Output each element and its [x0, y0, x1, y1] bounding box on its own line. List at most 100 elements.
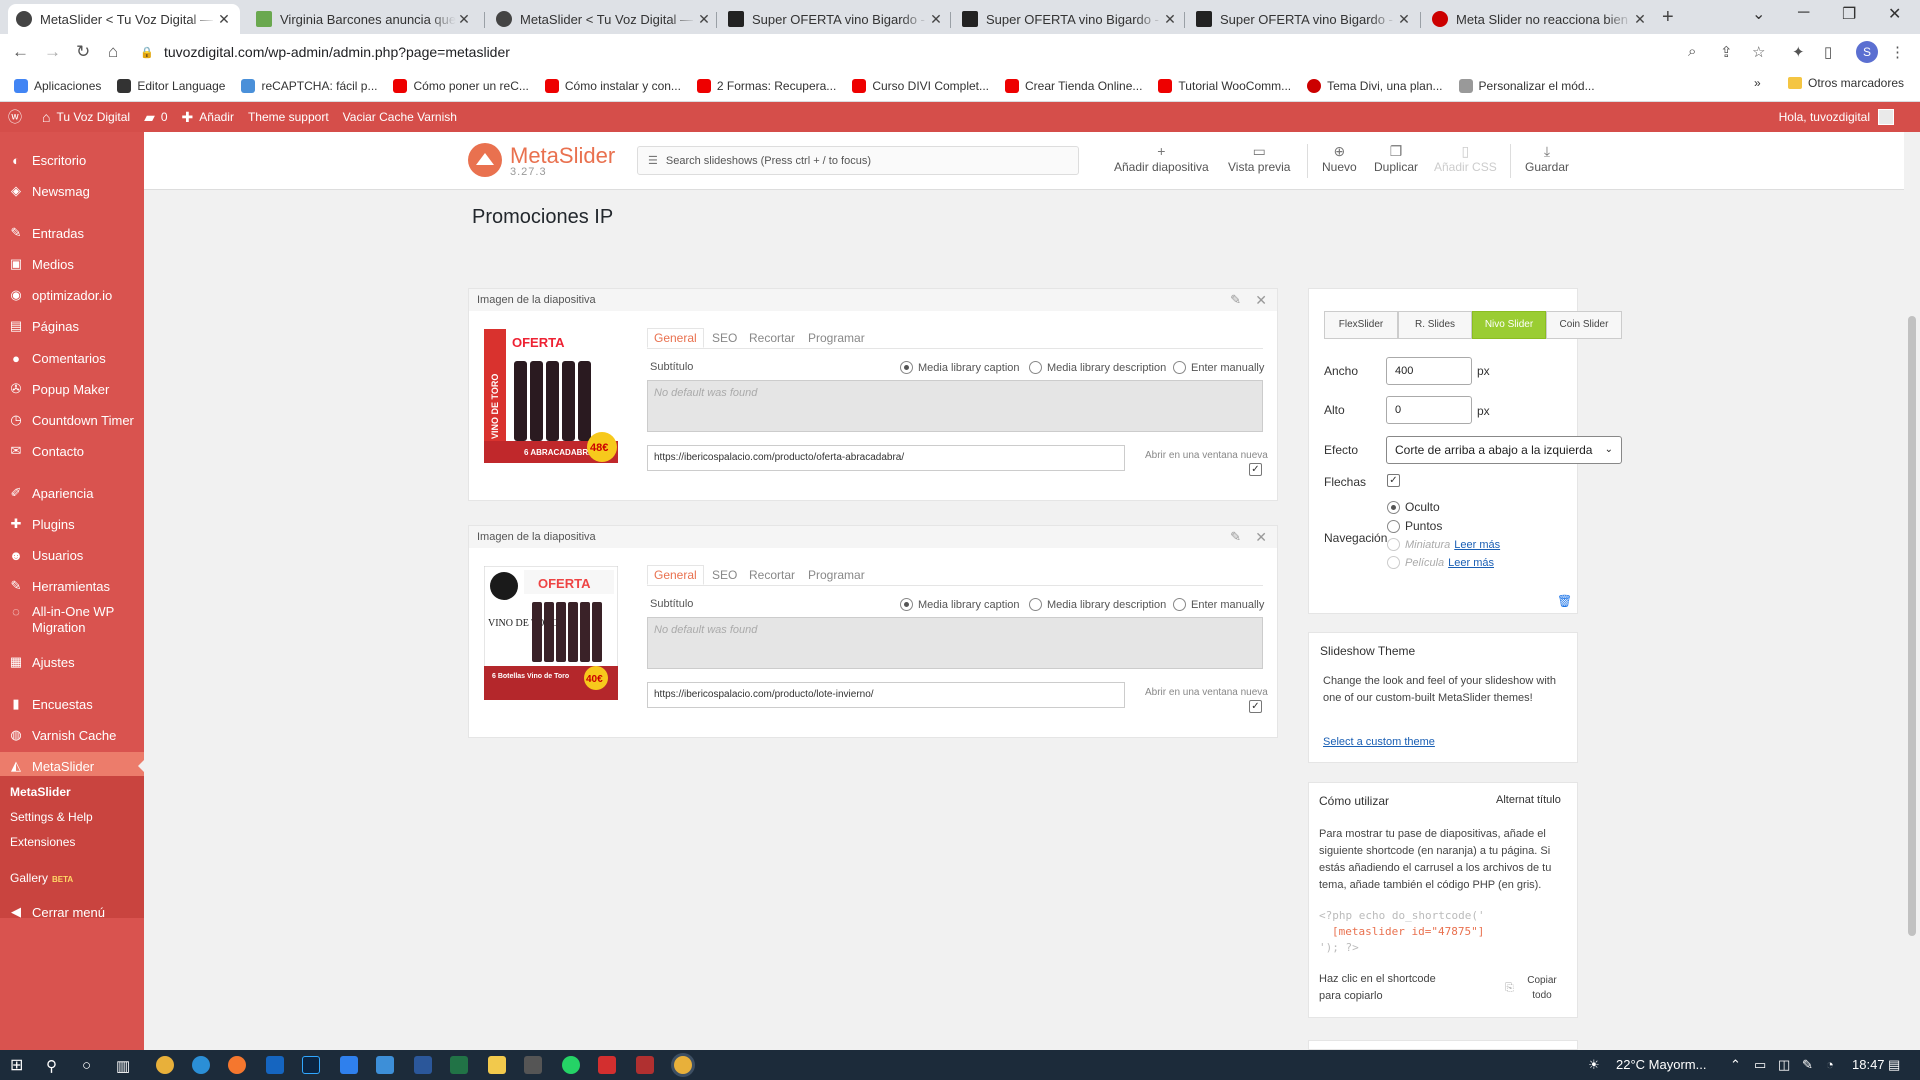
php-code-end[interactable]: '); ?> — [1319, 940, 1359, 956]
sidebar-item-countdown-timer[interactable]: ◷ Countdown Timer — [0, 406, 144, 434]
sidebar-item-encuestas[interactable]: ▮ Encuestas — [0, 690, 144, 718]
new-button[interactable]: ⊕ Nuevo — [1322, 143, 1357, 174]
close-tab-icon[interactable]: ✕ — [696, 11, 712, 28]
store-icon[interactable] — [524, 1056, 542, 1074]
close-tab-icon[interactable]: ✕ — [1632, 11, 1648, 28]
sidebar-item-herramientas[interactable]: ✎ Herramientas — [0, 572, 144, 600]
browser-tab-active[interactable]: MetaSlider < Tu Voz Digital — W ✕ — [8, 4, 240, 34]
wp-logo-icon[interactable]: ⓦ — [8, 107, 28, 127]
collapse-menu[interactable]: ◀ Cerrar menú — [0, 898, 144, 926]
weather-icon[interactable]: ☀ — [1588, 1057, 1600, 1073]
back-icon[interactable]: ← — [12, 42, 29, 62]
radio-button[interactable] — [1387, 519, 1400, 533]
task-view-icon[interactable]: ▥ — [116, 1057, 130, 1075]
delete-x-icon[interactable]: ✕ — [1255, 289, 1267, 311]
adminbar-varnish[interactable]: Vaciar Cache Varnish — [343, 110, 457, 124]
adminbar-site[interactable]: ⌂ Tu Voz Digital — [42, 109, 130, 125]
adminbar-comments[interactable]: ▰ 0 — [144, 109, 167, 126]
sidebar-item-medios[interactable]: ▣ Medios — [0, 250, 144, 278]
photoshop-icon[interactable] — [302, 1056, 320, 1074]
search-icon[interactable]: ⚲ — [46, 1057, 57, 1075]
slide-thumbnail[interactable]: OFERTA VINO DE TORO 6 Botellas Vino de T… — [484, 566, 618, 700]
php-code-start[interactable]: <?php echo do_shortcode(' — [1319, 908, 1485, 924]
close-tab-icon[interactable]: ✕ — [1162, 11, 1178, 28]
bookmarks-more-button[interactable]: » — [1754, 76, 1761, 90]
sidebar-item-comentarios[interactable]: ● Comentarios — [0, 344, 144, 372]
sidebar-item-entradas[interactable]: ✎ Entradas — [0, 219, 144, 247]
add-slide-button[interactable]: + Añadir diapositiva — [1114, 143, 1209, 174]
sidebar-item-newsmag[interactable]: ◈ Newsmag — [0, 177, 144, 205]
browser-tab[interactable]: Super OFERTA vino Bigardo - Ib ✕ — [1188, 4, 1420, 34]
sidebar-item-ajustes[interactable]: ▦ Ajustes — [0, 648, 144, 676]
sidebar-item-all-in-one-wp-migration[interactable]: ◌ All-in-One WP Migration — [0, 604, 144, 638]
browser-tab[interactable]: Super OFERTA vino Bigardo - Ib ✕ — [720, 4, 952, 34]
bookmark-item[interactable]: reCAPTCHA: fácil p... — [241, 78, 377, 93]
extensions-icon[interactable]: ✦ — [1792, 43, 1805, 61]
radio-caption[interactable]: Media library caption — [900, 598, 1020, 611]
edge-icon[interactable] — [192, 1056, 210, 1074]
browser-tab[interactable]: MetaSlider < Tu Voz Digital — W ✕ — [488, 4, 720, 34]
sidebar-item-apariencia[interactable]: ✐ Apariencia — [0, 479, 144, 507]
sidebar-item-varnish-cache[interactable]: ◍ Varnish Cache — [0, 721, 144, 749]
chrome-icon[interactable] — [156, 1056, 174, 1074]
submenu-metaslider[interactable]: MetaSlider — [10, 785, 71, 799]
submenu-gallery[interactable]: Gallery BETA — [10, 871, 73, 885]
caption-textarea[interactable]: No default was found — [647, 380, 1263, 432]
app-icon[interactable] — [636, 1056, 654, 1074]
type-nivoslider[interactable]: Nivo Slider — [1472, 311, 1546, 339]
share-icon[interactable]: ⇪ — [1720, 43, 1733, 61]
copy-all-button[interactable]: Copiar todo — [1524, 973, 1560, 1003]
bookmark-item[interactable]: Curso DIVI Complet... — [852, 78, 989, 93]
type-flexslider[interactable]: FlexSlider — [1324, 311, 1398, 339]
new-window-checkbox[interactable]: ✓ — [1249, 700, 1262, 713]
bookmark-item[interactable]: Tema Divi, una plan... — [1307, 78, 1443, 93]
sidebar-item-usuarios[interactable]: ☻ Usuarios — [0, 541, 144, 569]
menu-kebab-icon[interactable]: ⋮ — [1890, 43, 1905, 61]
type-coinslider[interactable]: Coin Slider — [1546, 311, 1622, 339]
forward-icon[interactable]: → — [44, 42, 61, 62]
word-icon[interactable] — [414, 1056, 432, 1074]
outlook-icon[interactable] — [266, 1056, 284, 1074]
bookmark-item[interactable]: Personalizar el mód... — [1458, 78, 1595, 93]
radio-button[interactable] — [900, 361, 913, 374]
reload-icon[interactable]: ↻ — [76, 42, 90, 62]
bookmark-star-icon[interactable]: ☆ — [1752, 43, 1765, 61]
radio-button[interactable] — [1029, 361, 1042, 374]
trash-icon[interactable]: 🗑 — [1557, 594, 1572, 608]
adminbar-add[interactable]: ✚ Añadir — [182, 109, 234, 126]
excel-icon[interactable] — [450, 1056, 468, 1074]
cortana-icon[interactable]: ○ — [82, 1057, 91, 1074]
browser-tab[interactable]: Virginia Barcones anuncia que la ✕ — [248, 4, 480, 34]
acrobat-icon[interactable] — [598, 1056, 616, 1074]
bookmark-item[interactable]: Editor Language — [117, 78, 225, 93]
profile-avatar[interactable]: S — [1856, 41, 1878, 63]
edit-pencil-icon[interactable]: ✎ — [1230, 289, 1241, 311]
tab-general[interactable]: General — [647, 328, 704, 348]
delete-x-icon[interactable]: ✕ — [1255, 526, 1267, 548]
radio-description[interactable]: Media library description — [1029, 361, 1166, 374]
duplicate-button[interactable]: ❐ Duplicar — [1374, 143, 1418, 174]
bookmark-item[interactable]: Cómo poner un reC... — [393, 78, 529, 93]
radio-button[interactable] — [1029, 598, 1042, 611]
browser-tab[interactable]: Meta Slider no reacciona bien a ✕ — [1424, 4, 1656, 34]
scrollbar-thumb[interactable] — [1908, 316, 1916, 936]
nav-option-hidden[interactable]: Oculto — [1387, 500, 1440, 514]
zoom-icon[interactable]: ⌕ — [1688, 43, 1696, 60]
radio-button[interactable] — [900, 598, 913, 611]
bookmark-item[interactable]: Crear Tienda Online... — [1005, 78, 1142, 93]
tray-chevron-icon[interactable]: ⌃ — [1730, 1057, 1741, 1073]
page-scrollbar[interactable] — [1904, 132, 1920, 1050]
tab-crop[interactable]: Recortar — [749, 568, 795, 582]
firefox-icon[interactable] — [228, 1056, 246, 1074]
bookmark-item[interactable]: Tutorial WooComm... — [1158, 78, 1291, 93]
sidebar-item-escritorio[interactable]: ◐ Escritorio — [0, 146, 144, 174]
type-rslides[interactable]: R. Slides — [1398, 311, 1472, 339]
shortcode[interactable]: [metaslider id="47875"] — [1332, 924, 1484, 940]
tab-seo[interactable]: SEO — [712, 331, 737, 345]
save-button[interactable]: ⤓ Guardar — [1525, 143, 1569, 174]
tab-schedule[interactable]: Programar — [808, 568, 865, 582]
submenu-extensions[interactable]: Extensiones — [10, 835, 75, 849]
sidebar-item-contacto[interactable]: ✉ Contacto — [0, 437, 144, 465]
side-panel-icon[interactable]: ▯ — [1824, 43, 1832, 61]
read-more-link[interactable]: Leer más — [1454, 539, 1500, 551]
